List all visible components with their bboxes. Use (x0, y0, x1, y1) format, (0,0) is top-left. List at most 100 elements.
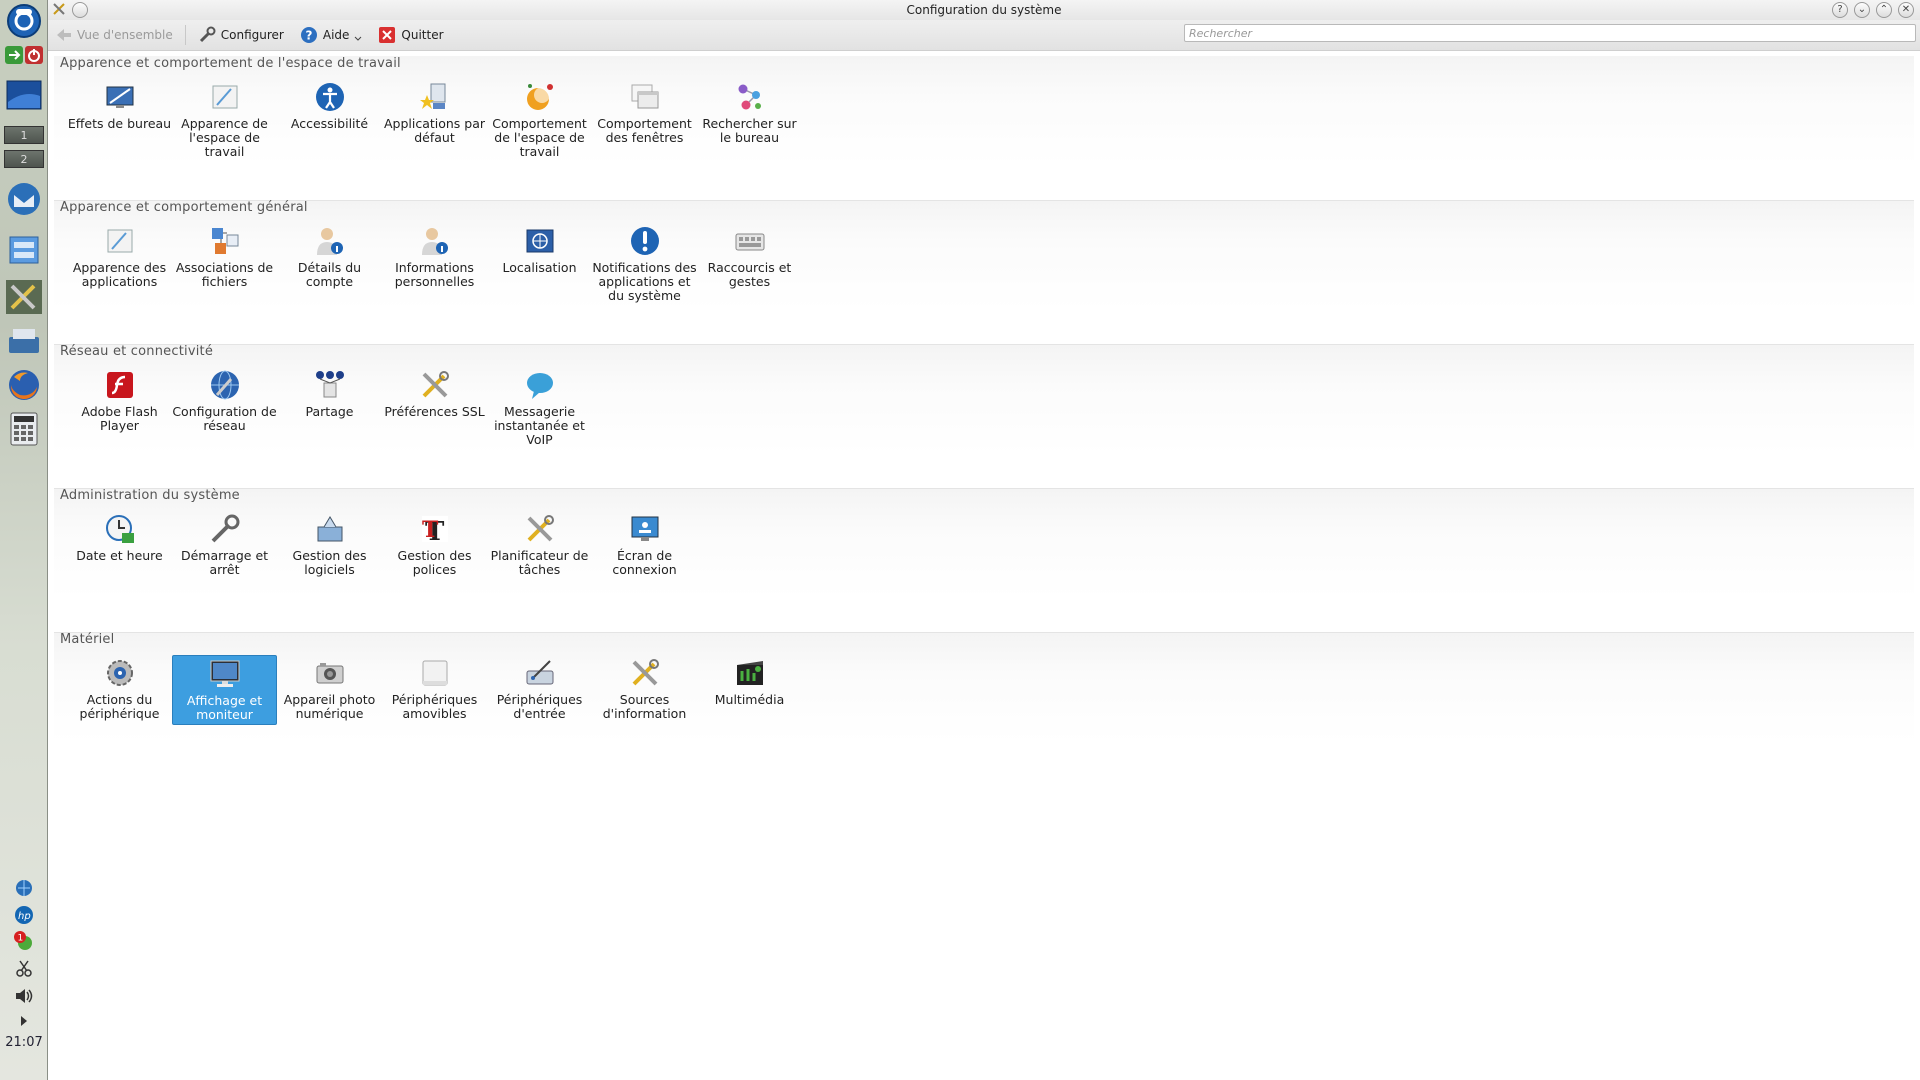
thunderbird-icon[interactable] (4, 180, 44, 218)
configure-label: Configurer (220, 28, 284, 42)
module-shortcuts[interactable]: Raccourcis et gestes (697, 223, 802, 306)
multimedia-icon (736, 661, 763, 685)
notification-count: 1 (18, 934, 24, 944)
module-multimedia[interactable]: Multimédia (697, 655, 802, 725)
category-administration: Administration du système Date et heure … (54, 483, 1914, 629)
accessibility-icon (315, 83, 344, 111)
module-workspace-behavior[interactable]: Comportement de l'espace de travail (487, 79, 592, 162)
module-software-management[interactable]: Gestion des logiciels (277, 511, 382, 580)
quit-button[interactable]: Quitter (370, 21, 451, 49)
flash-player-icon (106, 372, 133, 398)
toolbar-separator (184, 25, 186, 45)
module-desktop-effects[interactable]: Effets de bureau (67, 79, 172, 162)
module-sharing[interactable]: Partage (277, 367, 382, 450)
module-account-details[interactable]: Détails du compte (277, 223, 382, 306)
task-scheduler-icon (527, 515, 554, 542)
workspace-behavior-icon (526, 84, 553, 110)
system-settings-window: Configuration du système ? ⌄ ⌃ ✕ Vue d'e… (48, 0, 1920, 1080)
svg-text:T: T (422, 517, 439, 543)
module-notifications[interactable]: Notifications des applications et du sys… (592, 223, 697, 306)
module-window-behavior[interactable]: Comportement des fenêtres (592, 79, 697, 162)
removable-devices-icon (422, 660, 447, 686)
desktop-icon[interactable] (4, 76, 44, 114)
wrench-icon (199, 26, 216, 43)
file-manager-icon[interactable] (4, 230, 44, 268)
module-instant-messaging[interactable]: Messagerie instantanée et VoIP (487, 367, 592, 450)
module-locale[interactable]: Localisation (487, 223, 592, 306)
configure-button[interactable]: Configurer (190, 21, 292, 49)
module-device-actions[interactable]: Actions du périphérique (67, 655, 172, 725)
expand-tray-arrow-icon[interactable] (6, 1010, 42, 1032)
personal-info-icon (421, 228, 448, 255)
help-button[interactable]: ? Aide (292, 21, 371, 49)
settings-categories: Apparence et comportement de l'espace de… (54, 51, 1914, 773)
title-bar[interactable]: Configuration du système ? ⌄ ⌃ ✕ (48, 0, 1920, 20)
firefox-icon[interactable] (4, 366, 44, 404)
desktop-effects-icon (106, 86, 133, 108)
module-information-sources[interactable]: Sources d'information (592, 655, 697, 725)
updates-tray-icon[interactable]: 1 (6, 930, 42, 952)
application-launcher-icon[interactable] (4, 2, 44, 40)
virtual-desktop-2[interactable]: 2 (4, 150, 44, 168)
default-applications-icon (419, 83, 445, 109)
calculator-icon[interactable] (4, 410, 44, 448)
overview-label: Vue d'ensemble (77, 28, 173, 42)
module-application-appearance[interactable]: Apparence des applications (67, 223, 172, 306)
help-window-button[interactable]: ? (1832, 2, 1848, 18)
scanner-icon[interactable] (4, 322, 44, 360)
module-file-associations[interactable]: Associations de fichiers (172, 223, 277, 306)
category-hardware: Matériel Actions du périphérique Afficha… (54, 627, 1914, 773)
application-appearance-icon (107, 229, 132, 253)
module-task-scheduler[interactable]: Planificateur de tâches (487, 511, 592, 580)
module-flash-player[interactable]: Adobe Flash Player (67, 367, 172, 450)
maximize-button[interactable]: ⌃ (1876, 2, 1892, 18)
module-removable-devices[interactable]: Périphériques amovibles (382, 655, 487, 725)
volume-icon[interactable] (6, 985, 42, 1007)
category-title: Administration du système (60, 488, 240, 503)
module-date-time[interactable]: Date et heure (67, 511, 172, 580)
date-time-icon (105, 515, 134, 543)
module-workspace-appearance[interactable]: Apparence de l'espace de travail (172, 79, 277, 162)
virtual-desktop-1[interactable]: 1 (4, 126, 44, 144)
svg-text:hp: hp (18, 911, 31, 922)
instant-messaging-icon (526, 373, 553, 399)
category-workspace: Apparence et comportement de l'espace de… (54, 51, 1914, 196)
input-devices-icon (526, 660, 553, 685)
module-login-screen[interactable]: Écran de connexion (592, 511, 697, 580)
account-details-icon (316, 228, 343, 255)
startup-shutdown-icon (211, 514, 239, 543)
module-ssl-preferences[interactable]: Préférences SSL (382, 367, 487, 450)
search-input[interactable] (1184, 24, 1916, 42)
klipper-scissors-icon[interactable] (6, 957, 42, 979)
category-title: Apparence et comportement général (60, 200, 308, 215)
module-desktop-search[interactable]: Rechercher sur le bureau (697, 79, 802, 162)
hp-tray-icon[interactable]: hp (6, 904, 42, 926)
module-startup-shutdown[interactable]: Démarrage et arrêt (172, 511, 277, 580)
module-input-devices[interactable]: Périphériques d'entrée (487, 655, 592, 725)
chevron-down-icon (355, 36, 362, 41)
close-button[interactable]: ✕ (1898, 2, 1914, 18)
category-title: Réseau et connectivité (60, 344, 214, 359)
module-network-settings[interactable]: Configuration de réseau (172, 367, 277, 450)
back-arrow-icon (57, 29, 71, 41)
module-default-applications[interactable]: Applications par défaut (382, 79, 487, 162)
module-accessibility[interactable]: Accessibilité (277, 79, 382, 162)
module-digital-camera[interactable]: Appareil photo numérique (277, 655, 382, 725)
module-font-management[interactable]: TT Gestion des polices (382, 511, 487, 580)
taskbar-panel: 1 2 hp 1 21:07 (0, 0, 48, 1080)
software-management-icon (317, 516, 342, 542)
help-icon: ? (300, 27, 317, 43)
network-settings-icon (210, 370, 239, 400)
svg-text:?: ? (305, 29, 312, 43)
device-actions-icon (106, 660, 133, 686)
overview-button[interactable]: Vue d'ensemble (48, 21, 181, 49)
minimize-button[interactable]: ⌄ (1854, 2, 1870, 18)
clock[interactable]: 21:07 (0, 1035, 48, 1050)
module-personal-info[interactable]: Informations personnelles (382, 223, 487, 306)
ssl-preferences-icon (422, 371, 449, 398)
module-display-monitor[interactable]: Affichage et moniteur (172, 655, 277, 725)
help-label: Aide (322, 28, 350, 42)
system-settings-icon[interactable] (4, 278, 44, 316)
network-tray-icon[interactable] (6, 877, 42, 899)
category-title: Matériel (60, 632, 115, 647)
